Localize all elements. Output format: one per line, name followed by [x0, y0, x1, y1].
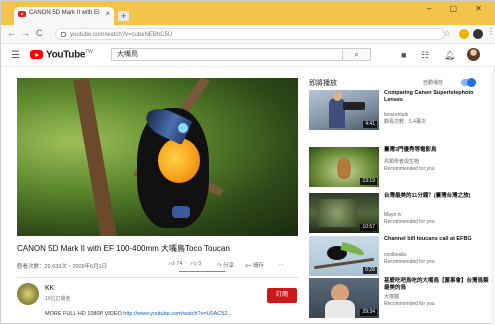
scrollbar-track[interactable]: [491, 71, 495, 325]
video-duration: 29:34: [360, 309, 377, 316]
search-input[interactable]: 大嘴鳥: [111, 48, 343, 61]
recommendation-item[interactable]: 0:28 Channel bill toucans call at EFBG c…: [309, 236, 489, 278]
video-thumbnail[interactable]: 29:34: [309, 278, 379, 318]
youtube-brand[interactable]: YouTubeTW: [46, 49, 93, 60]
dislike-button[interactable]: 👎︎ 3: [191, 261, 201, 267]
up-next-heading: 即將播放: [309, 80, 337, 87]
youtube-favicon-icon: [18, 11, 26, 17]
notifications-bell-icon[interactable]: 🔔︎: [444, 50, 455, 61]
recommendation-views: Recommended for you: [384, 259, 435, 265]
recommendation-title[interactable]: 臺灣3門優秀等電影鳥: [384, 147, 489, 154]
channel-avatar[interactable]: [17, 283, 39, 305]
thumbs-up-icon: 👍︎: [169, 261, 175, 267]
share-icon: ↷: [217, 263, 222, 269]
recommendation-views: 觀看次數：5.4萬次: [384, 119, 426, 125]
address-bar[interactable]: youtube.com/watch?v=cubeNEBhC5U: [55, 28, 445, 40]
channel-name[interactable]: KK: [45, 285, 54, 292]
video-duration: 4:41: [363, 121, 377, 128]
tab-title: CANON 5D Mark II with EI: [29, 10, 100, 16]
video-duration: 13:19: [360, 178, 377, 185]
channel-subscribers: 16位訂閱者: [45, 296, 71, 302]
share-button[interactable]: ↷ 分享: [217, 261, 234, 269]
recommendation-item[interactable]: 4:41 Comparing Canon Supertelephoto Lens…: [309, 90, 489, 132]
youtube-header: ☰ YouTubeTW 大嘴鳥 ⌕ ■ ☷ 🔔︎: [1, 44, 495, 67]
video-thumbnail[interactable]: 4:41: [309, 90, 379, 130]
more-actions-button[interactable]: ...: [279, 261, 284, 267]
extension-icon[interactable]: [459, 29, 469, 39]
toucan-foot: [172, 206, 190, 218]
video-meta: 觀看次數：29,633次・2009年6月1日: [17, 264, 108, 270]
recommendation-views: Recommended for you: [384, 301, 435, 307]
recommendation-views: Recommended for you: [384, 166, 435, 172]
back-arrow-icon[interactable]: ←: [7, 28, 16, 38]
apps-grid-icon[interactable]: ☷: [421, 50, 429, 61]
url-text: youtube.com/watch?v=cubeNEBhC5U: [70, 32, 173, 38]
video-player[interactable]: [17, 78, 298, 236]
video-description: MORE FULL HD 1080P VIDEO http://www.yout…: [45, 311, 232, 317]
recommendation-channel: Mayo tv: [384, 212, 402, 218]
autoplay-toggle[interactable]: [461, 78, 476, 87]
like-button[interactable]: 👍︎ 74: [169, 261, 182, 267]
new-tab-button[interactable]: +: [118, 11, 129, 21]
video-duration: 0:28: [363, 267, 377, 274]
recommendation-item[interactable]: 29:34 甚麼吃吧鳥吃的大嘴鳥【董事會】台灣鳥類最美的鳥 大咖貓 Recomm…: [309, 278, 489, 320]
bookmark-star-icon[interactable]: ☆: [443, 28, 451, 39]
window-controls[interactable]: – ▢ ✕: [427, 4, 490, 13]
recommendation-channel: 鳥類學者與生物: [384, 159, 420, 165]
save-button[interactable]: ≡+ 儲存: [245, 261, 264, 269]
toucan-throat: [158, 138, 200, 183]
playlist-add-icon: ≡+: [245, 263, 252, 269]
menu-dots-icon[interactable]: ⋮: [487, 27, 495, 36]
video-thumbnail[interactable]: 13:19: [309, 147, 379, 187]
reload-icon[interactable]: C: [36, 28, 43, 38]
youtube-logo-icon[interactable]: [30, 50, 43, 59]
recommendation-title[interactable]: 甚麼吃吧鳥吃的大嘴鳥【董事會】台灣鳥類最美的鳥: [384, 278, 489, 292]
recommendation-item[interactable]: 13:19 臺灣3門優秀等電影鳥 鳥類學者與生物 Recommended for…: [309, 147, 489, 189]
like-ratio-bar: [179, 271, 227, 272]
recommendation-title[interactable]: 台灣最美的11分鐘？(臺灣台灣之旅): [384, 193, 489, 200]
profile-icon[interactable]: [473, 29, 483, 39]
search-icon[interactable]: ⌕: [343, 48, 371, 61]
recommendation-views: Recommended for you: [384, 219, 435, 225]
recommendation-channel: 大咖貓: [384, 294, 400, 300]
hamburger-menu-icon[interactable]: ☰: [11, 50, 20, 61]
account-avatar[interactable]: [467, 48, 480, 61]
toucan-eye: [177, 122, 189, 134]
description-link[interactable]: http://www.youtube.com/watch?v=U0AC52...: [123, 311, 232, 317]
like-ratio-fill: [179, 271, 226, 272]
tab-close-icon[interactable]: ×: [105, 9, 110, 18]
lock-icon: [61, 32, 66, 37]
divider: [17, 277, 298, 278]
recommendation-title[interactable]: Channel bill toucans call at EFBG: [384, 236, 489, 243]
create-video-icon[interactable]: ■: [401, 50, 406, 60]
browser-toolbar: ← → C youtube.com/watch?v=cubeNEBhC5U ☆ …: [1, 25, 495, 44]
autoplay-label: 自動播放: [423, 80, 444, 86]
thumbs-down-icon: 👎︎: [191, 261, 197, 267]
video-title: CANON 5D Mark II with EF 100-400mm 大嘴鳥To…: [17, 244, 230, 253]
forward-arrow-icon[interactable]: →: [21, 28, 30, 38]
browser-window: CANON 5D Mark II with EI × + – ▢ ✕ ← → C…: [0, 0, 495, 325]
subscribe-button[interactable]: 訂閱: [267, 288, 297, 303]
browser-tab[interactable]: CANON 5D Mark II with EI ×: [14, 7, 114, 25]
tab-strip: CANON 5D Mark II with EI × + – ▢ ✕: [1, 1, 495, 25]
recommendation-item[interactable]: 10:57 台灣最美的11分鐘？(臺灣台灣之旅) Mayo tv Recomme…: [309, 193, 489, 235]
recommendation-title[interactable]: Comparing Canon Supertelephoto Lenses: [384, 90, 489, 104]
video-duration: 10:57: [360, 224, 377, 231]
recommendation-channel: lensrentals: [384, 112, 409, 118]
video-thumbnail[interactable]: 0:28: [309, 236, 379, 276]
recommendation-channel: coolbeaks: [384, 252, 407, 258]
video-thumbnail[interactable]: 10:57: [309, 193, 379, 233]
